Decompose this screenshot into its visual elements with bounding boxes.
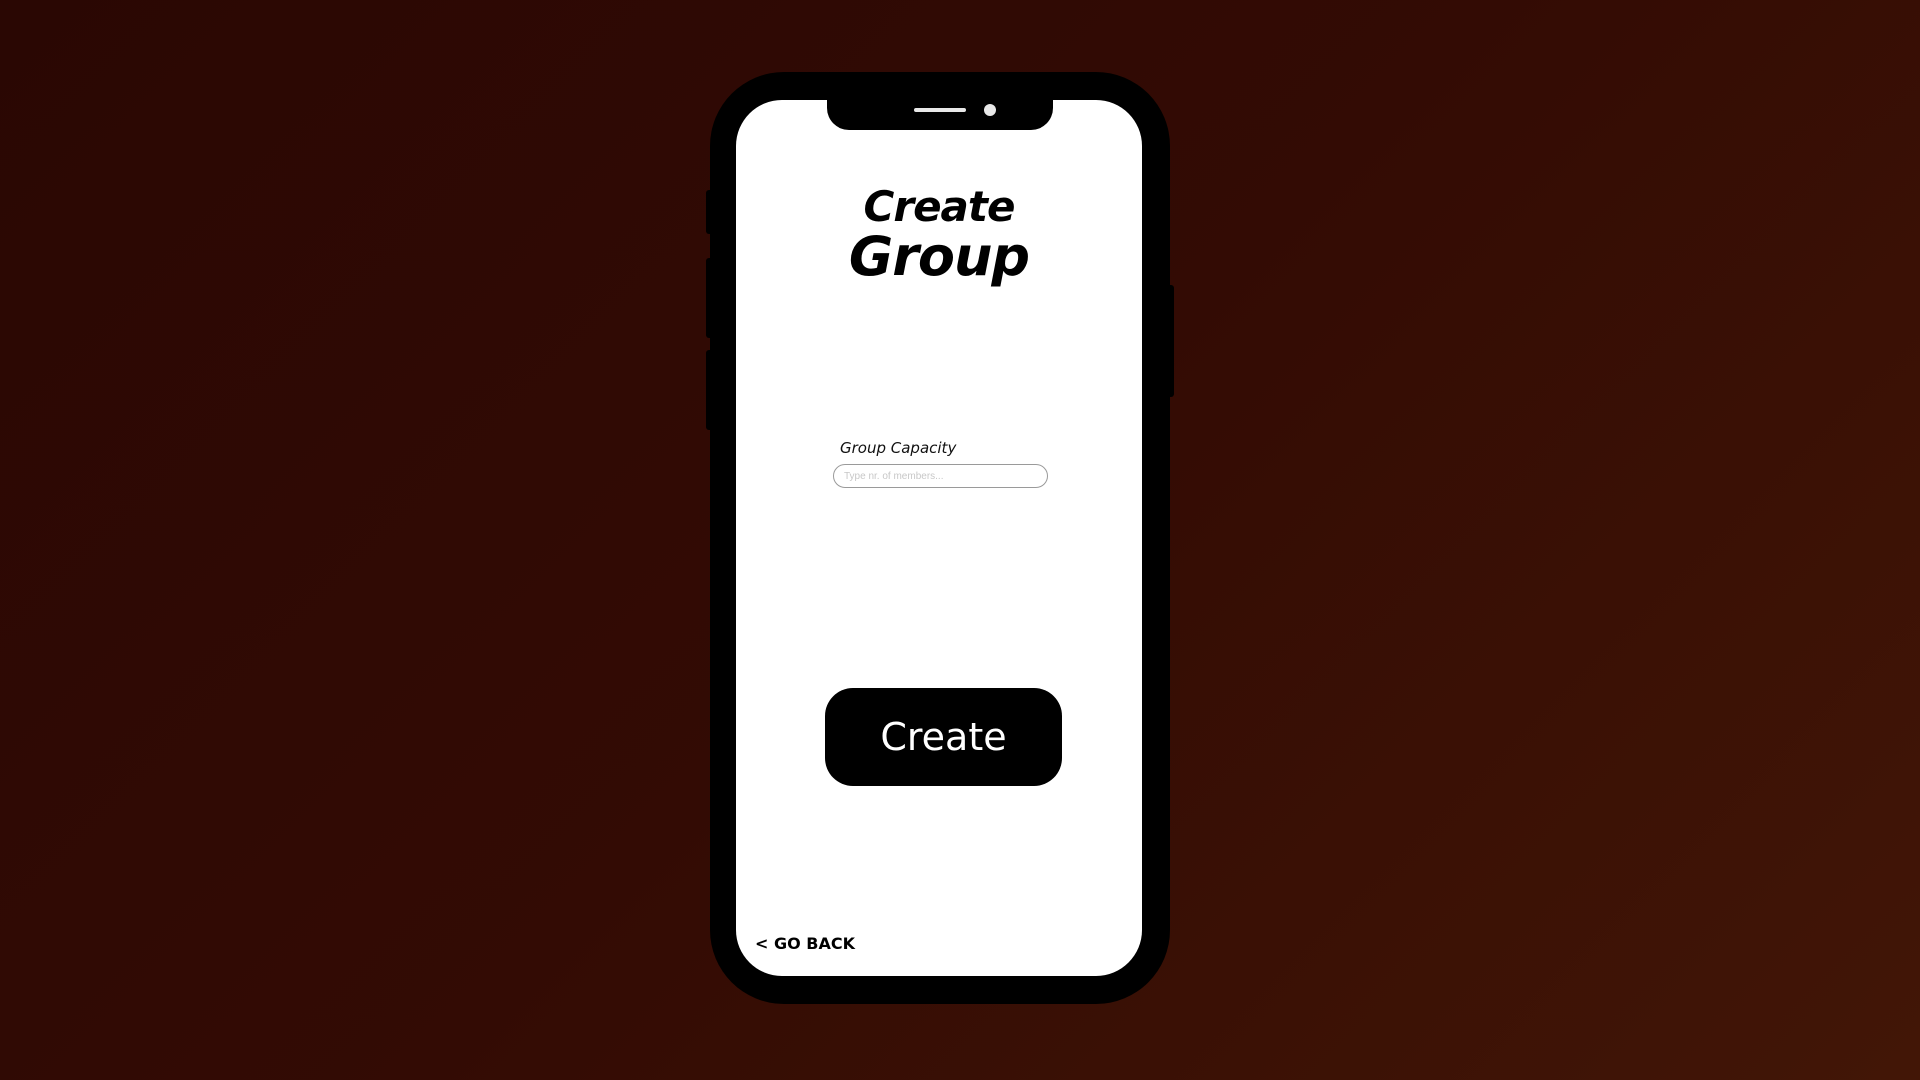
camera-icon — [984, 104, 996, 116]
group-capacity-input[interactable] — [833, 464, 1048, 488]
page-title-line2: Group — [848, 225, 1030, 288]
phone-frame: Create Group Group Capacity Create < GO … — [710, 72, 1170, 1004]
page-title: Create Group — [736, 186, 1142, 284]
phone-notch — [827, 100, 1053, 130]
create-button[interactable]: Create — [825, 688, 1062, 786]
group-capacity-label: Group Capacity — [840, 439, 957, 457]
speaker-icon — [914, 108, 966, 112]
phone-screen: Create Group Group Capacity Create < GO … — [736, 100, 1142, 976]
page-title-line1: Create — [863, 182, 1016, 231]
go-back-link[interactable]: < GO BACK — [755, 934, 855, 953]
